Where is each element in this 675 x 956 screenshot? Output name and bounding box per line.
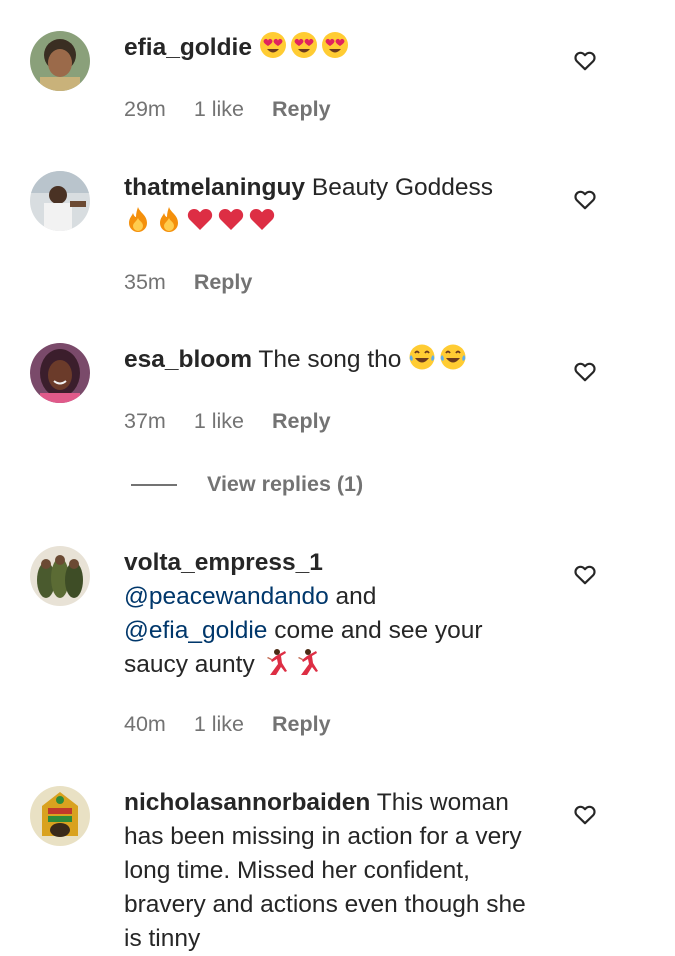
reply-button[interactable]: Reply <box>272 97 331 121</box>
comment-time: 29m <box>124 97 166 121</box>
reply-button[interactable]: Reply <box>194 270 253 294</box>
comment-text: Beauty Goddess <box>311 174 494 201</box>
like-heart-icon[interactable] <box>572 801 598 827</box>
heart-eyes-emoji <box>290 31 318 59</box>
comment-meta: 37m 1 like Reply <box>124 409 353 434</box>
view-replies-button[interactable]: View replies (1) <box>131 472 363 497</box>
like-heart-icon[interactable] <box>572 47 598 73</box>
comment-body: thatmelaninguy Beauty Goddess <box>124 171 544 239</box>
like-heart-icon[interactable] <box>572 358 598 384</box>
emoji-group <box>124 205 276 233</box>
comment-meta: 29m 1 like Reply <box>124 97 353 122</box>
red-heart-emoji <box>248 205 276 233</box>
fire-emoji <box>155 205 183 233</box>
comment-text: and <box>335 583 377 610</box>
tears-of-joy-emoji <box>408 343 436 371</box>
reply-button[interactable]: Reply <box>272 712 331 736</box>
comment-username[interactable]: nicholasannorbaiden <box>124 789 370 816</box>
heart-eyes-emoji <box>259 31 287 59</box>
red-heart-emoji <box>186 205 214 233</box>
dancer-emoji <box>262 648 290 676</box>
comment-body: efia_goldie <box>124 31 544 65</box>
comment-meta: 35m Reply <box>124 270 274 295</box>
fire-emoji <box>124 205 152 233</box>
reply-button[interactable]: Reply <box>272 409 331 433</box>
comment-body: nicholasannorbaiden This woman has been … <box>124 786 544 956</box>
comment-text: The song tho <box>258 346 402 373</box>
like-heart-icon[interactable] <box>572 186 598 212</box>
emoji-group <box>262 648 321 676</box>
comment-likes[interactable]: 1 like <box>194 97 244 121</box>
emoji-group <box>408 343 467 371</box>
comment-body: volta_empress_1 @peacewandando and @efia… <box>124 546 544 682</box>
comment-time: 37m <box>124 409 166 433</box>
red-heart-emoji <box>217 205 245 233</box>
comment-username[interactable]: efia_goldie <box>124 34 252 61</box>
mention-link[interactable]: @efia_goldie <box>124 617 267 644</box>
view-replies-label: View replies (1) <box>207 472 364 496</box>
comment-meta: 40m 1 like Reply <box>124 712 353 737</box>
avatar[interactable] <box>30 546 90 606</box>
view-replies-divider <box>131 483 177 486</box>
comment-body: esa_bloom The song tho <box>124 343 544 377</box>
comment-time: 40m <box>124 712 166 736</box>
comment-likes[interactable]: 1 like <box>194 712 244 736</box>
heart-eyes-emoji <box>321 31 349 59</box>
avatar[interactable] <box>30 31 90 91</box>
mention-link[interactable]: @peacewandando <box>124 583 329 610</box>
comment-username[interactable]: volta_empress_1 <box>124 549 323 576</box>
comment-likes[interactable]: 1 like <box>194 409 244 433</box>
avatar[interactable] <box>30 343 90 403</box>
like-heart-icon[interactable] <box>572 561 598 587</box>
dancer-emoji <box>293 648 321 676</box>
avatar[interactable] <box>30 786 90 846</box>
tears-of-joy-emoji <box>439 343 467 371</box>
emoji-group <box>259 31 349 59</box>
comment-username[interactable]: thatmelaninguy <box>124 174 305 201</box>
comment-time: 35m <box>124 270 166 294</box>
avatar[interactable] <box>30 171 90 231</box>
comment-username[interactable]: esa_bloom <box>124 346 252 373</box>
